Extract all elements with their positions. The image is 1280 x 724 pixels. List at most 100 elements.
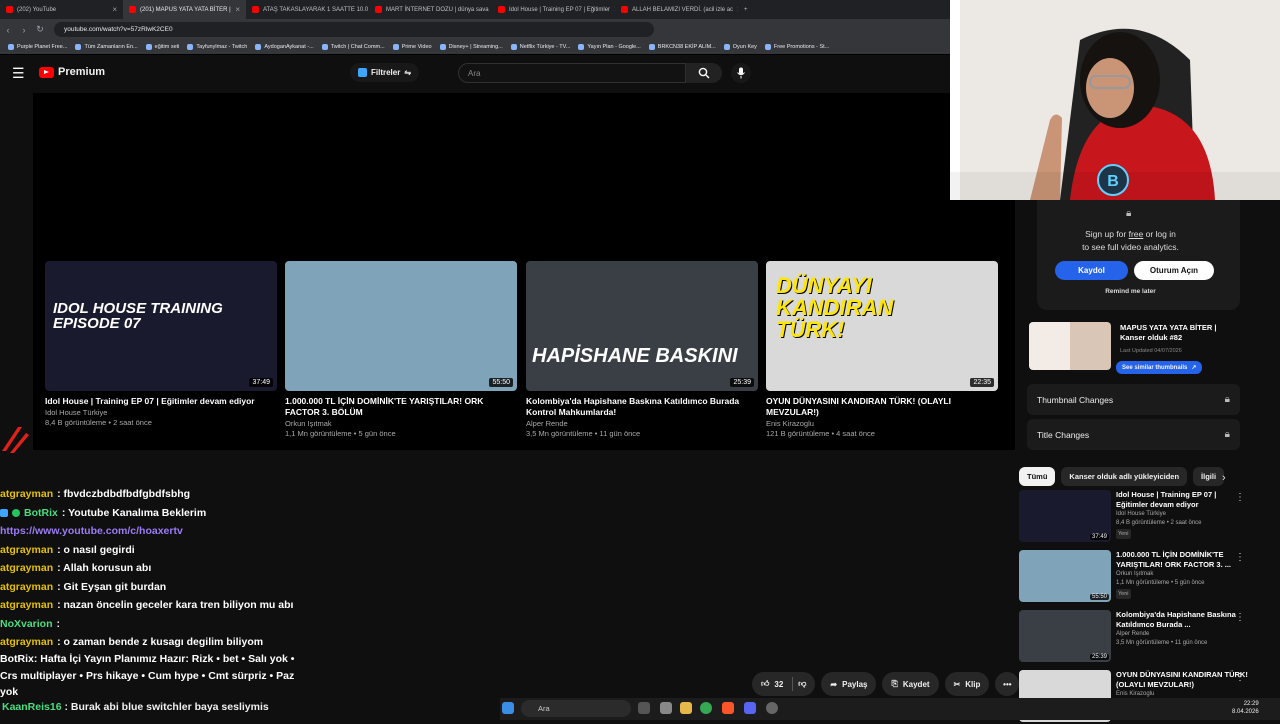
discord-icon[interactable]: [744, 702, 756, 714]
recommendation-channel[interactable]: Orkun Işıtmak: [1116, 570, 1249, 579]
reload-icon[interactable]: ↻: [32, 24, 48, 35]
duration-badge: 22:35: [970, 378, 994, 387]
endscreen-card[interactable]: 55:50 1.000.000 TL İÇİN DOMİNİK'TE YARIŞT…: [285, 261, 517, 438]
video-title[interactable]: Kolombiya'da Hapishane Baskına Katıldımc…: [526, 396, 758, 418]
browser-tab[interactable]: (201) MAPUS YATA YATA BİTER | ×: [123, 0, 246, 19]
recommendation-title[interactable]: OYUN DÜNYASINI KANDIRAN TÜRK! (OLAYLI ME…: [1116, 670, 1249, 690]
bookmark-item[interactable]: Netflix Türkiye - TV...: [510, 44, 570, 50]
filter-chip[interactable]: Tümü: [1019, 467, 1056, 486]
video-thumbnail[interactable]: IDOL HOUSE TRAINING EPISODE 07 37:49: [45, 261, 277, 391]
taskbar-search[interactable]: Ara: [521, 700, 631, 717]
recommendation-item[interactable]: 55:50 1.000.000 TL İÇİN DOMİNİK'TE YARIŞT…: [1019, 550, 1249, 604]
bookmark-item[interactable]: Free Promotions - St...: [764, 44, 829, 50]
search-button[interactable]: [686, 63, 722, 83]
recommendation-channel[interactable]: Alper Rende: [1116, 630, 1249, 639]
login-button[interactable]: Oturum Açın: [1134, 261, 1214, 280]
remind-later-link[interactable]: Remind me later: [1037, 288, 1224, 295]
search-input[interactable]: Ara: [458, 63, 686, 83]
menu-icon[interactable]: ☰: [12, 65, 25, 82]
voice-search-button[interactable]: [731, 63, 751, 83]
bookmark-label: BRKCN38 EKİP ALIM...: [657, 44, 716, 50]
bookmark-item[interactable]: Prime Video: [392, 44, 432, 50]
chat-username: NoXvarion: [0, 617, 53, 630]
recommendation-item[interactable]: 25:39 Kolombiya'da Hapishane Baskına Katı…: [1019, 610, 1249, 664]
video-thumbnail[interactable]: DÜNYAYI KANDIRAN TÜRK! 22:35: [766, 261, 998, 391]
brave-icon[interactable]: [722, 702, 734, 714]
title-changes-row[interactable]: Title Changes 🔒︎: [1027, 419, 1240, 450]
browser-tab[interactable]: (202) YouTube ×: [0, 0, 123, 19]
recommendation-title[interactable]: Kolombiya'da Hapishane Baskına Katıldımc…: [1116, 610, 1249, 630]
recommendation-channel[interactable]: Idol House Türkiye: [1116, 510, 1249, 519]
filter-chip[interactable]: İlgili: [1193, 467, 1225, 486]
bookmark-item[interactable]: BRKCN38 EKİP ALIM...: [648, 44, 716, 50]
thumbs-down-icon[interactable]: 👎︎: [798, 679, 806, 689]
endscreen-card[interactable]: IDOL HOUSE TRAINING EPISODE 07 37:49 Idol …: [45, 261, 277, 427]
recommendation-thumbnail[interactable]: 37:49: [1019, 490, 1111, 542]
endscreen-card[interactable]: DÜNYAYI KANDIRAN TÜRK! 22:35 OYUN DÜNYASIN…: [766, 261, 998, 438]
obs-icon[interactable]: [766, 702, 778, 714]
back-icon[interactable]: ‹: [0, 25, 16, 35]
bookmark-item[interactable]: Tüm Zamanların En...: [75, 44, 138, 50]
tab-label: (201) MAPUS YATA YATA BİTER |: [140, 6, 231, 13]
video-thumbnail[interactable]: HAPİSHANE BASKINI 25:39: [526, 261, 758, 391]
video-title[interactable]: OYUN DÜNYASINI KANDIRAN TÜRK! (OLAYLI ME…: [766, 396, 998, 418]
save-button[interactable]: ⎘ Kaydet: [882, 672, 939, 696]
bookmark-item[interactable]: Yayın Plan - Google...: [578, 44, 641, 50]
video-title[interactable]: 1.000.000 TL İÇİN DOMİNİK'TE YARIŞTILAR!…: [285, 396, 517, 418]
more-actions-button[interactable]: •••: [995, 672, 1020, 696]
filters-button[interactable]: Filtreler ⇋: [350, 63, 420, 82]
channel-name[interactable]: Idol House Türkiye: [45, 408, 277, 417]
signup-button[interactable]: Kaydol: [1055, 261, 1128, 280]
youtube-logo[interactable]: Premium: [39, 66, 105, 78]
more-vert-icon[interactable]: ⋮: [1235, 612, 1245, 623]
task-view-icon[interactable]: [638, 702, 650, 714]
recommendation-title[interactable]: 1.000.000 TL İÇİN DOMİNİK'TE YARIŞTILAR!…: [1116, 550, 1249, 570]
recommendation-thumbnail[interactable]: 55:50: [1019, 550, 1111, 602]
forward-icon[interactable]: ›: [16, 25, 32, 35]
more-vert-icon[interactable]: ⋮: [1235, 672, 1245, 683]
bookmark-item[interactable]: eğitim seti: [145, 44, 179, 50]
thumbnail-changes-row[interactable]: Thumbnail Changes 🔒︎: [1027, 384, 1240, 415]
more-vert-icon[interactable]: ⋮: [1235, 492, 1245, 503]
bookmark-item[interactable]: Purple Planet Free...: [8, 44, 67, 50]
chevron-right-icon[interactable]: ›: [1222, 472, 1226, 484]
chat-link[interactable]: https://www.youtube.com/c/hoaxertv: [0, 525, 183, 537]
filter-chip[interactable]: Kanser olduk adlı yükleyiciden: [1061, 467, 1188, 486]
url-field[interactable]: youtube.com/watch?v=57zRlwK2CE0: [54, 22, 654, 37]
search-placeholder: Ara: [468, 68, 481, 78]
browser-tab[interactable]: ALLAH BELAMIZI VERDİ. (acil izle ac×: [615, 0, 738, 19]
new-tab-button[interactable]: +: [738, 0, 758, 19]
browser-tab[interactable]: MART İNTERNET DOZU | dünya sava×: [369, 0, 492, 19]
video-thumbnail[interactable]: 55:50: [285, 261, 517, 391]
chat-text: : fbvdczbdbdfbdfgbdfsbhg: [57, 488, 191, 501]
similar-thumbnails-button[interactable]: See similar thumbnails ↗: [1116, 361, 1203, 374]
app-icon[interactable]: [660, 702, 672, 714]
close-tab-icon[interactable]: ×: [235, 5, 240, 14]
recommendation-thumbnail[interactable]: 25:39: [1019, 610, 1111, 662]
close-tab-icon[interactable]: ×: [112, 5, 117, 14]
similar-label: See similar thumbnails: [1122, 364, 1188, 371]
video-title[interactable]: Idol House | Training EP 07 | Eğitimler …: [45, 396, 277, 407]
bookmark-label: Tüm Zamanların En...: [84, 44, 138, 50]
endscreen-card[interactable]: HAPİSHANE BASKINI 25:39 Kolombiya'da Hapis…: [526, 261, 758, 438]
channel-name[interactable]: Orkun Işıtmak: [285, 419, 517, 428]
browser-tab[interactable]: ATAŞ TAKASLAYARAK 1 SAATTE 10.0×: [246, 0, 369, 19]
channel-name[interactable]: Enis Kirazoglu: [766, 419, 998, 428]
browser-tab[interactable]: Idol House | Training EP 07 | Eğitimler×: [492, 0, 615, 19]
bookmark-item[interactable]: AydoganAykanat -...: [255, 44, 314, 50]
like-button[interactable]: 👍︎ 32 👎︎: [752, 672, 816, 696]
channel-name[interactable]: Alper Rende: [526, 419, 758, 428]
bookmark-item[interactable]: Disney+ | Streaming...: [439, 44, 503, 50]
signup-free-link[interactable]: free: [1129, 229, 1144, 239]
recommendation-item[interactable]: 37:49 Idol House | Training EP 07 | Eğiti…: [1019, 490, 1249, 544]
bookmark-item[interactable]: Twitch | Chat Comm...: [321, 44, 385, 50]
windows-start-icon[interactable]: [502, 702, 514, 714]
bookmark-item[interactable]: Tayfunylmaz - Twitch: [187, 44, 247, 50]
recommendation-title[interactable]: Idol House | Training EP 07 | Eğitimler …: [1116, 490, 1249, 510]
bookmark-item[interactable]: Oyun Key: [723, 44, 757, 50]
clip-button[interactable]: ✂ Klip: [944, 672, 990, 696]
more-vert-icon[interactable]: ⋮: [1235, 552, 1245, 563]
share-button[interactable]: ➦ Paylaş: [821, 672, 877, 696]
chrome-icon[interactable]: [700, 702, 712, 714]
file-explorer-icon[interactable]: [680, 702, 692, 714]
